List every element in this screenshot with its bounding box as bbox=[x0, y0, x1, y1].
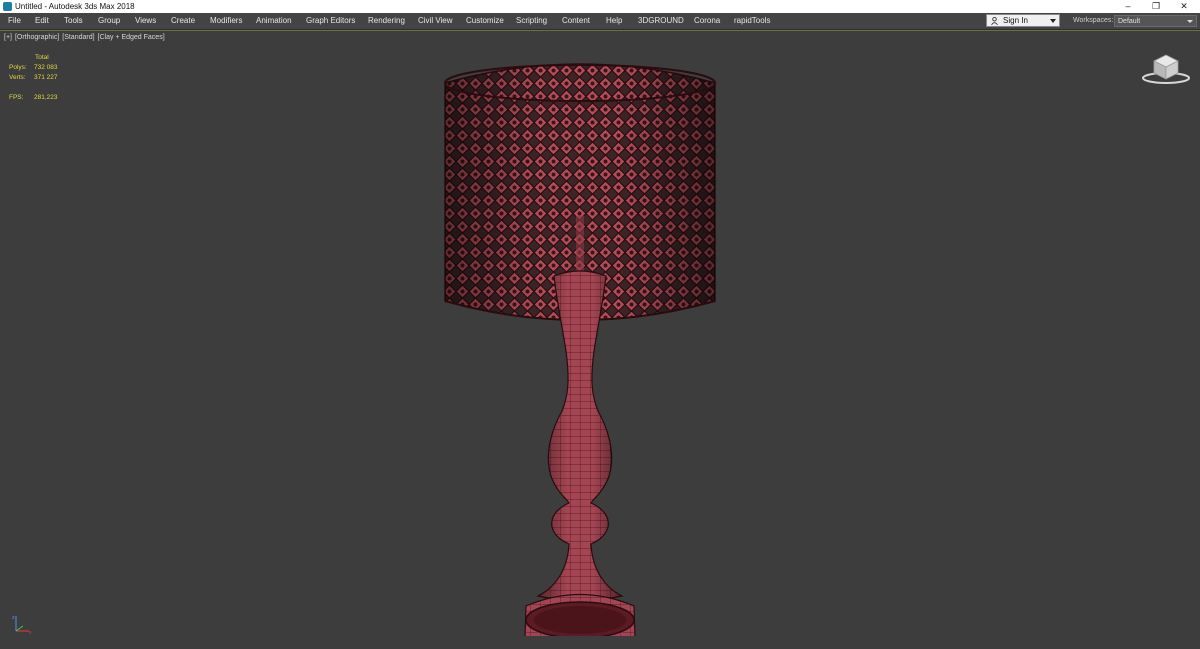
stats-fps-label: FPS: bbox=[9, 94, 24, 101]
menu-civil-view[interactable]: Civil View bbox=[418, 13, 453, 29]
stats-verts-value: 371 227 bbox=[34, 74, 58, 81]
viewport-menu-style[interactable]: [Clay + Edged Faces] bbox=[98, 34, 165, 41]
minimize-button[interactable]: – bbox=[1114, 0, 1142, 13]
menu-tools[interactable]: Tools bbox=[64, 13, 83, 29]
viewport-menu-view[interactable]: [Orthographic] bbox=[15, 34, 59, 41]
stats-header: Total bbox=[35, 54, 49, 61]
lamp-model[interactable] bbox=[430, 51, 730, 636]
menu-rapidtools[interactable]: rapidTools bbox=[734, 13, 770, 29]
menu-rendering[interactable]: Rendering bbox=[368, 13, 405, 29]
viewport-menu-shading[interactable]: [Standard] bbox=[62, 34, 94, 41]
menu-corona[interactable]: Corona bbox=[694, 13, 720, 29]
chevron-down-icon bbox=[1187, 20, 1193, 23]
axis-tripod-icon: z x bbox=[12, 615, 32, 636]
svg-text:z: z bbox=[12, 615, 15, 621]
workspaces-label: Workspaces: bbox=[1073, 17, 1114, 24]
menu-group[interactable]: Group bbox=[98, 13, 120, 29]
close-button[interactable]: ✕ bbox=[1170, 0, 1198, 13]
sign-in-label: Sign In bbox=[1003, 16, 1028, 25]
stats-verts-label: Verts: bbox=[9, 74, 26, 81]
menu-graph-editors[interactable]: Graph Editors bbox=[306, 13, 355, 29]
sign-in-dropdown[interactable]: Sign In bbox=[986, 14, 1060, 27]
menu-3dground[interactable]: 3DGROUND bbox=[638, 13, 684, 29]
lamp-base bbox=[524, 270, 636, 636]
menu-views[interactable]: Views bbox=[135, 13, 156, 29]
menu-scripting[interactable]: Scripting bbox=[516, 13, 547, 29]
stats-fps-value: 281,223 bbox=[34, 94, 58, 101]
menu-animation[interactable]: Animation bbox=[256, 13, 292, 29]
viewport-perspective[interactable]: [+] [Orthographic] [Standard] [Clay + Ed… bbox=[0, 30, 1200, 649]
workspace-select[interactable]: Default bbox=[1114, 15, 1197, 27]
menu-customize[interactable]: Customize bbox=[466, 13, 504, 29]
stats-polys-label: Polys: bbox=[9, 64, 27, 71]
viewcube-icon[interactable] bbox=[1140, 51, 1192, 87]
svg-text:x: x bbox=[29, 630, 32, 636]
viewport-label: [+] [Orthographic] [Standard] [Clay + Ed… bbox=[4, 34, 166, 41]
menu-file[interactable]: File bbox=[8, 13, 21, 29]
app-icon[interactable] bbox=[3, 2, 12, 11]
workspace-value: Default bbox=[1118, 18, 1141, 25]
stats-polys-value: 732 083 bbox=[34, 64, 58, 71]
user-icon bbox=[991, 17, 998, 25]
menu-help[interactable]: Help bbox=[606, 13, 622, 29]
menu-modifiers[interactable]: Modifiers bbox=[210, 13, 242, 29]
menu-content[interactable]: Content bbox=[562, 13, 590, 29]
title-bar: Untitled - Autodesk 3ds Max 2018 – ❐ ✕ bbox=[0, 0, 1200, 13]
viewport-menu-plus[interactable]: [+] bbox=[4, 34, 12, 41]
chevron-down-icon bbox=[1050, 19, 1056, 23]
menu-edit[interactable]: Edit bbox=[35, 13, 49, 29]
menu-create[interactable]: Create bbox=[171, 13, 195, 29]
restore-button[interactable]: ❐ bbox=[1142, 0, 1170, 13]
window-title: Untitled - Autodesk 3ds Max 2018 bbox=[15, 2, 135, 11]
